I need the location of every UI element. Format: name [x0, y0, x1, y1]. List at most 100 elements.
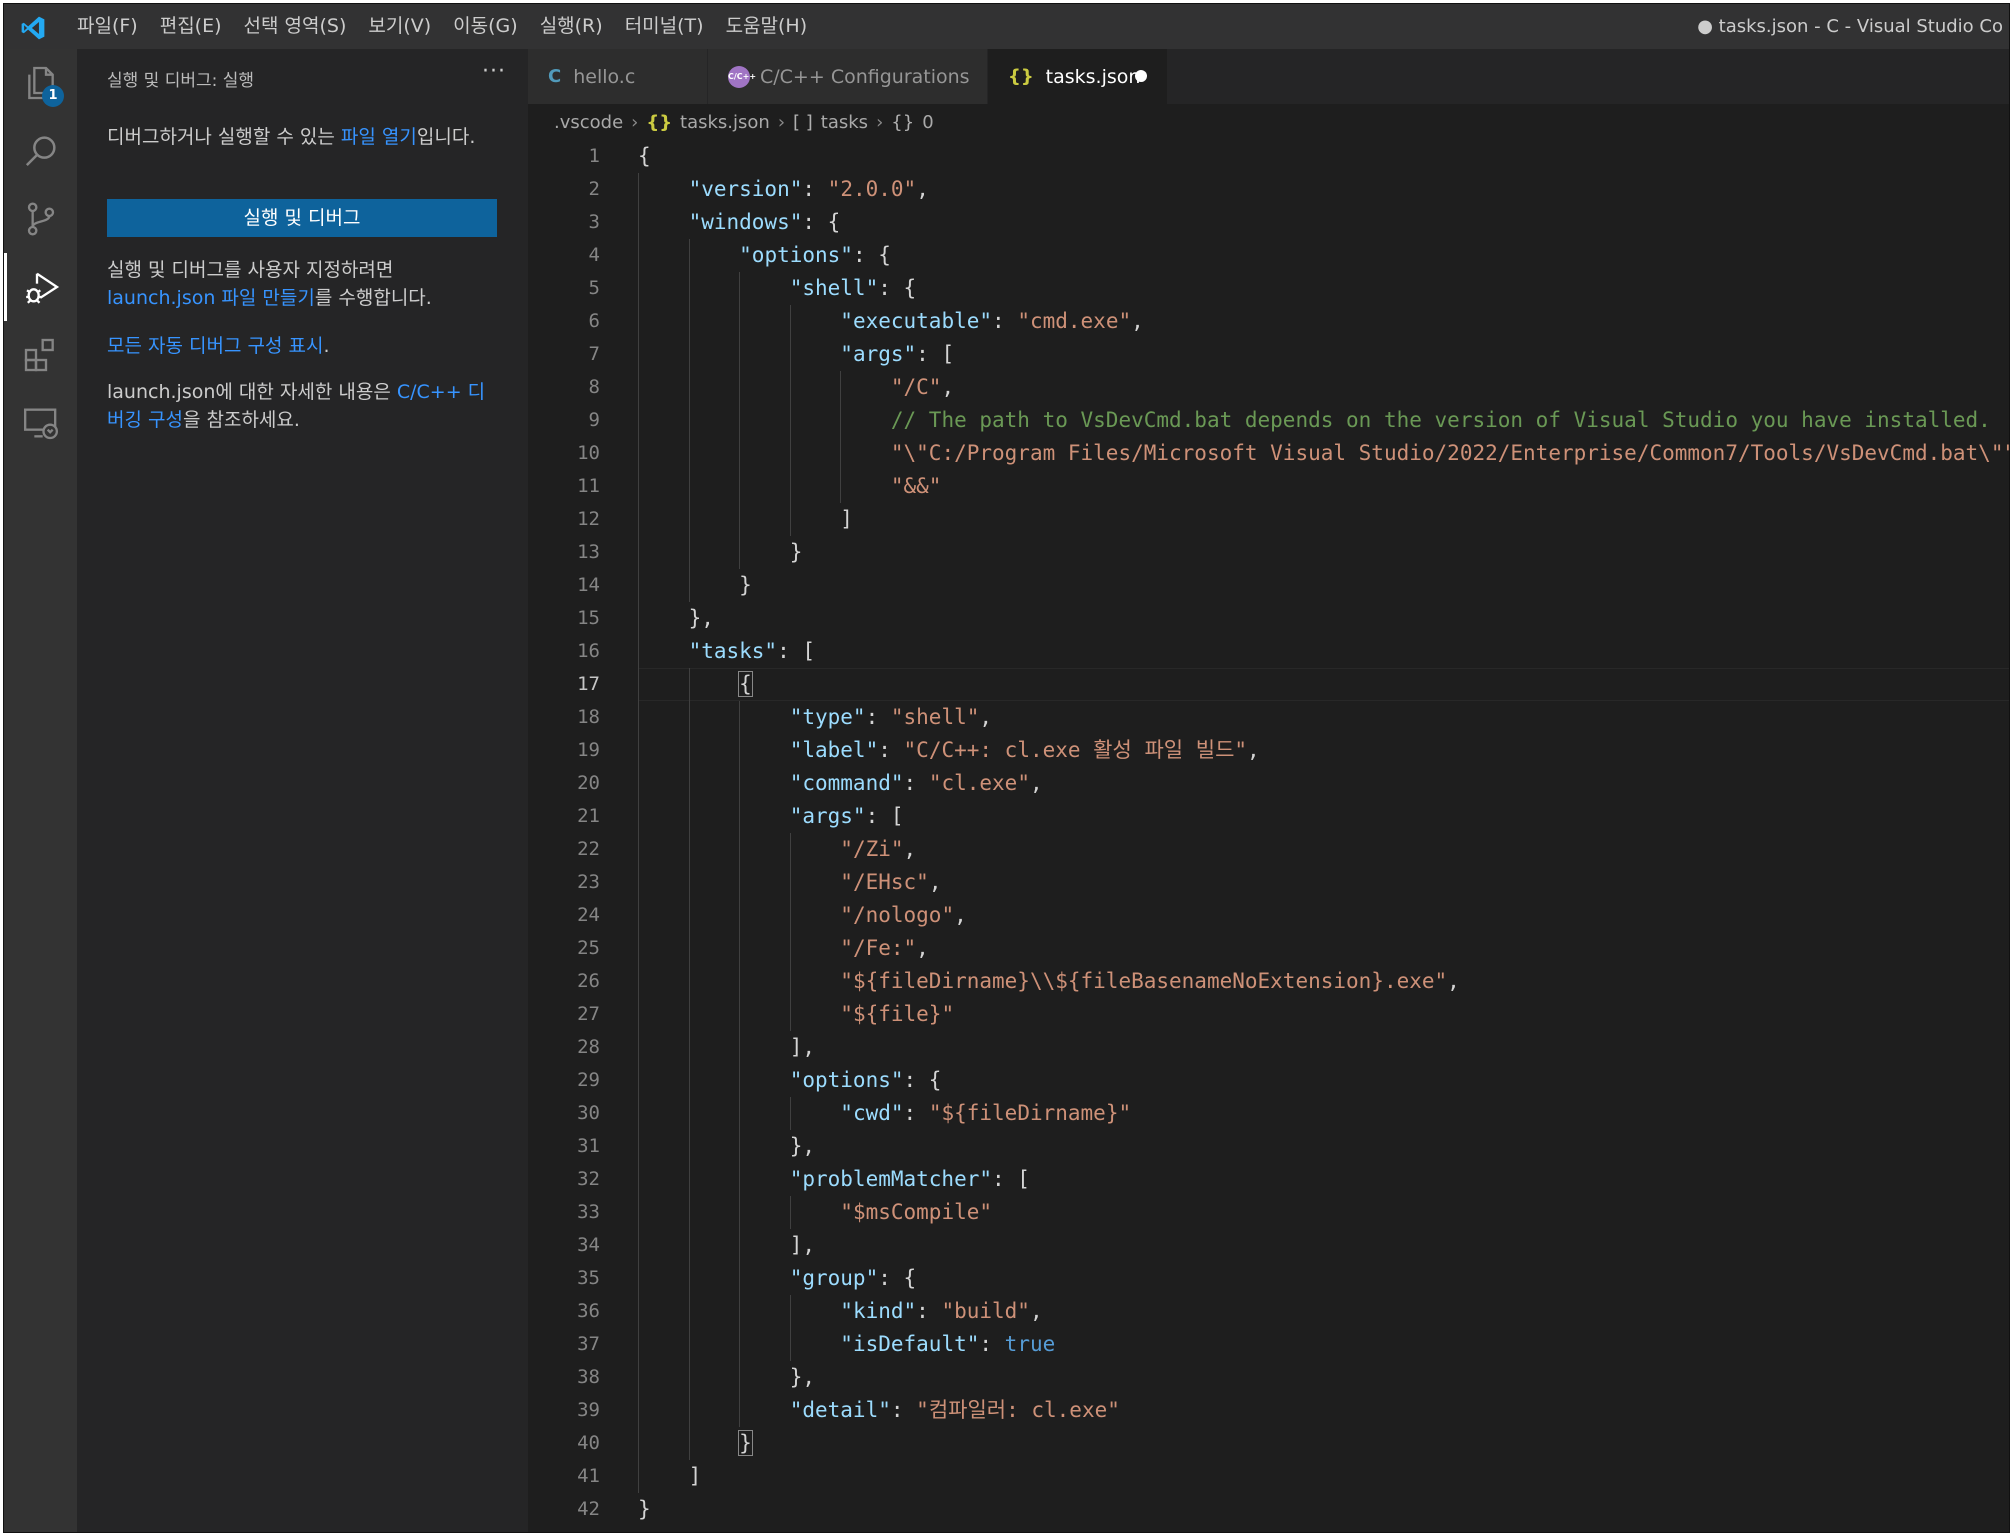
- line-number: 42: [577, 1498, 600, 1520]
- code-line[interactable]: "&&": [638, 470, 2009, 503]
- code-line[interactable]: "isDefault": true: [638, 1328, 2009, 1361]
- code-line[interactable]: },: [638, 1361, 2009, 1394]
- open-file-message: 디버그하거나 실행할 수 있는 파일 열기입니다.: [107, 123, 497, 151]
- code-line[interactable]: "problemMatcher": [: [638, 1163, 2009, 1196]
- remote-explorer-icon[interactable]: [4, 389, 77, 457]
- menu-item[interactable]: 편집(E): [149, 4, 233, 49]
- menu-item[interactable]: 실행(R): [529, 4, 614, 49]
- code-line[interactable]: "${file}": [638, 998, 2009, 1031]
- line-number: 32: [577, 1168, 600, 1190]
- tab-cpp-configurations[interactable]: C/C++ C/C++ Configurations: [708, 49, 988, 104]
- breadcrumb-folder[interactable]: .vscode: [554, 112, 623, 133]
- menu-item[interactable]: 선택 영역(S): [233, 4, 358, 49]
- code-line[interactable]: ]: [638, 1460, 2009, 1493]
- menu-item[interactable]: 터미널(T): [614, 4, 715, 49]
- code-line[interactable]: "executable": "cmd.exe",: [638, 305, 2009, 338]
- tab-label: C/C++ Configurations: [760, 65, 970, 88]
- code-line[interactable]: "options": {: [638, 239, 2009, 272]
- run-debug-sidebar: 실행 및 디버그: 실행 ··· 디버그하거나 실행할 수 있는 파일 열기입니…: [77, 49, 528, 1532]
- menu-item[interactable]: 도움말(H): [715, 4, 819, 49]
- show-configs-message: 모든 자동 디버그 구성 표시.: [107, 332, 497, 360]
- line-number: 5: [588, 277, 600, 299]
- tab-tasks-json[interactable]: {} tasks.json: [988, 49, 1168, 104]
- show-all-debug-configs-link[interactable]: 모든 자동 디버그 구성 표시: [107, 335, 323, 357]
- code-line[interactable]: }: [638, 1493, 2009, 1526]
- run-and-debug-button[interactable]: 실행 및 디버그: [107, 199, 497, 237]
- unsaved-dot-icon[interactable]: [1135, 70, 1147, 82]
- code-line[interactable]: "windows": {: [638, 206, 2009, 239]
- tab-hello-c[interactable]: C hello.c: [528, 49, 708, 104]
- window-title: ● tasks.json - C - Visual Studio Co: [1697, 16, 2003, 37]
- code-line[interactable]: ]: [638, 503, 2009, 536]
- message-text: 디버그하거나 실행할 수 있는: [107, 126, 341, 148]
- breadcrumb-file[interactable]: tasks.json: [680, 112, 770, 133]
- editor-tab-bar: C hello.c C/C++ C/C++ Configurations {} …: [528, 49, 2009, 104]
- code-line[interactable]: ],: [638, 1229, 2009, 1262]
- title-bar: 파일(F) 편집(E) 선택 영역(S) 보기(V) 이동(G) 실행(R) 터미널(T) 도…: [4, 4, 2009, 49]
- line-number: 40: [577, 1432, 600, 1454]
- chevron-right-icon: ›: [876, 111, 884, 133]
- line-number: 10: [577, 442, 600, 464]
- code-line[interactable]: "options": {: [638, 1064, 2009, 1097]
- menu-item[interactable]: 이동(G): [442, 4, 529, 49]
- code-line[interactable]: "args": [: [638, 800, 2009, 833]
- line-number: 28: [577, 1036, 600, 1058]
- code-line[interactable]: "shell": {: [638, 272, 2009, 305]
- line-number: 23: [577, 871, 600, 893]
- code-line[interactable]: "/Fe:",: [638, 932, 2009, 965]
- code-line[interactable]: "args": [: [638, 338, 2009, 371]
- message-text: .: [323, 335, 330, 357]
- code-line[interactable]: {: [638, 140, 2009, 173]
- code-line[interactable]: // The path to VsDevCmd.bat depends on t…: [638, 404, 2009, 437]
- create-launch-json-link[interactable]: launch.json 파일 만들기: [107, 287, 315, 309]
- code-line[interactable]: "command": "cl.exe",: [638, 767, 2009, 800]
- code-line[interactable]: }: [638, 1427, 2009, 1460]
- code-line[interactable]: "cwd": "${fileDirname}": [638, 1097, 2009, 1130]
- code-editor[interactable]: 1 2 3 4 5 6 7 8 9 10 11 12 13 14 15 16 17 18 19 20 21 22 23 24 2…: [528, 140, 2009, 1532]
- code-line[interactable]: "$msCompile": [638, 1196, 2009, 1229]
- code-line[interactable]: "kind": "build",: [638, 1295, 2009, 1328]
- code-line[interactable]: },: [638, 602, 2009, 635]
- code-line[interactable]: "/nologo",: [638, 899, 2009, 932]
- menu-item[interactable]: 보기(V): [357, 4, 442, 49]
- line-number: 35: [577, 1267, 600, 1289]
- breadcrumb-symbol-tasks[interactable]: tasks: [821, 112, 868, 133]
- code-line[interactable]: "label": "C/C++: cl.exe 활성 파일 빌드",: [638, 734, 2009, 767]
- code-line[interactable]: "detail": "컴파일러: cl.exe": [638, 1394, 2009, 1427]
- code-line[interactable]: }: [638, 536, 2009, 569]
- extensions-icon[interactable]: [4, 321, 77, 389]
- more-actions-icon[interactable]: ···: [482, 59, 506, 84]
- search-icon[interactable]: [4, 117, 77, 185]
- customize-message: 실행 및 디버그를 사용자 지정하려면 launch.json 파일 만들기를 …: [107, 256, 497, 312]
- docs-message: launch.json에 대한 자세한 내용은 C/C++ 디버깅 구성을 참조…: [107, 378, 497, 434]
- explorer-icon[interactable]: 1: [4, 49, 77, 117]
- source-control-icon[interactable]: [4, 185, 77, 253]
- line-number: 11: [577, 475, 600, 497]
- menu-item[interactable]: 파일(F): [66, 4, 149, 49]
- line-number: 30: [577, 1102, 600, 1124]
- message-text: launch.json에 대한 자세한 내용은: [107, 381, 397, 403]
- code-line[interactable]: "${fileDirname}\\${fileBasenameNoExtensi…: [638, 965, 2009, 998]
- code-line[interactable]: {: [638, 668, 2009, 701]
- code-line[interactable]: "version": "2.0.0",: [638, 173, 2009, 206]
- object-symbol-icon: {}: [891, 111, 915, 133]
- code-line[interactable]: },: [638, 1130, 2009, 1163]
- code-line[interactable]: "tasks": [: [638, 635, 2009, 668]
- code-line[interactable]: "/Zi",: [638, 833, 2009, 866]
- vscode-window: 파일(F) 편집(E) 선택 영역(S) 보기(V) 이동(G) 실행(R) 터미널(T) 도…: [3, 3, 2010, 1533]
- code-line[interactable]: "group": {: [638, 1262, 2009, 1295]
- line-number: 20: [577, 772, 600, 794]
- line-number: 9: [588, 409, 600, 431]
- line-number: 22: [577, 838, 600, 860]
- code-line[interactable]: "/EHsc",: [638, 866, 2009, 899]
- code-line[interactable]: "/C",: [638, 371, 2009, 404]
- code-line[interactable]: "\"C:/Program Files/Microsoft Visual Stu…: [638, 437, 2009, 470]
- code-line[interactable]: }: [638, 569, 2009, 602]
- c-file-icon: C: [548, 66, 562, 87]
- code-line[interactable]: ],: [638, 1031, 2009, 1064]
- open-file-link[interactable]: 파일 열기: [341, 126, 417, 148]
- run-debug-icon[interactable]: [4, 253, 77, 321]
- code-line[interactable]: "type": "shell",: [638, 701, 2009, 734]
- code-area[interactable]: { "version": "2.0.0", "windows": { "opti…: [638, 140, 2009, 1526]
- breadcrumb-symbol-0[interactable]: 0: [922, 112, 933, 133]
